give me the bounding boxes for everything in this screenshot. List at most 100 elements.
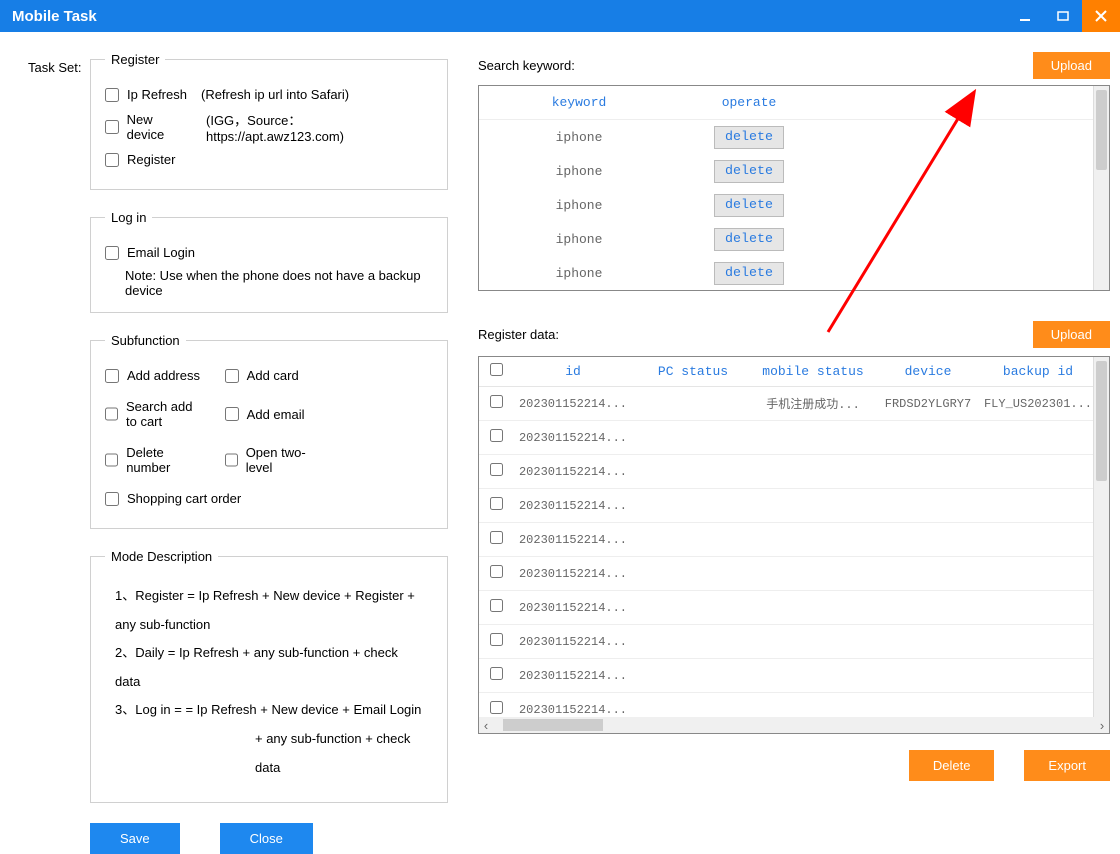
keyword-table: keyword operate iphone delete iphone delete…	[478, 85, 1110, 291]
keyword-header: keyword	[479, 95, 679, 110]
minimize-button[interactable]	[1006, 0, 1044, 32]
row-checkbox[interactable]	[490, 599, 503, 612]
row-checkbox[interactable]	[490, 667, 503, 680]
row-checkbox[interactable]	[490, 633, 503, 646]
col-pc-header: PC status	[633, 364, 753, 379]
row-checkbox[interactable]	[490, 497, 503, 510]
delete-number-checkbox[interactable]	[105, 453, 118, 467]
add-email-checkbox[interactable]	[225, 407, 239, 421]
add-address-label: Add address	[127, 368, 200, 383]
table-row: 202301152214...	[479, 625, 1093, 659]
mode-legend: Mode Description	[105, 549, 218, 564]
close-window-button[interactable]	[1082, 0, 1120, 32]
delete-keyword-button[interactable]: delete	[714, 194, 784, 217]
row-checkbox[interactable]	[490, 395, 503, 408]
keyword-row: iphone delete	[479, 256, 1093, 290]
subfunction-legend: Subfunction	[105, 333, 186, 348]
row-checkbox[interactable]	[490, 531, 503, 544]
keyword-cell: iphone	[479, 164, 679, 179]
keyword-row: iphonedelete	[479, 188, 1093, 222]
delete-keyword-button[interactable]: delete	[714, 262, 784, 285]
mobile-cell: 手机注册成功...	[753, 395, 873, 412]
add-card-checkbox[interactable]	[225, 369, 239, 383]
register-legend: Register	[105, 52, 165, 67]
register-checkbox[interactable]	[105, 153, 119, 167]
keyword-cell: iphone	[479, 130, 679, 145]
close-button[interactable]: Close	[220, 823, 313, 854]
id-cell: 202301152214...	[513, 635, 633, 649]
titlebar: Mobile Task	[0, 0, 1120, 32]
data-hscrollbar[interactable]: ‹›	[479, 717, 1109, 733]
row-checkbox[interactable]	[490, 701, 503, 714]
login-note: Note: Use when the phone does not have a…	[125, 268, 433, 298]
register-label: Register	[127, 152, 175, 167]
add-card-label: Add card	[247, 368, 299, 383]
delete-number-label: Delete number	[126, 445, 206, 475]
col-backup-header: backup id	[983, 364, 1093, 379]
col-id-header: id	[513, 364, 633, 379]
shopping-label: Shopping cart order	[127, 491, 241, 506]
delete-keyword-button[interactable]: delete	[714, 228, 784, 251]
table-row: 202301152214...	[479, 557, 1093, 591]
ip-refresh-checkbox[interactable]	[105, 88, 119, 102]
task-set-label: Task Set:	[28, 60, 81, 75]
table-row: 202301152214...手机注册成功...FRDSD2YLGRY7FLY_…	[479, 387, 1093, 421]
search-keyword-label: Search keyword:	[478, 58, 575, 73]
id-cell: 202301152214...	[513, 567, 633, 581]
upload-data-button[interactable]: Upload	[1033, 321, 1110, 348]
row-checkbox[interactable]	[490, 463, 503, 476]
email-login-checkbox[interactable]	[105, 246, 119, 260]
delete-button[interactable]: Delete	[909, 750, 995, 781]
open-two-checkbox[interactable]	[225, 453, 238, 467]
mode-line-1: 1、Register = Ip Refresh + New device + R…	[115, 582, 423, 639]
select-all-checkbox[interactable]	[490, 363, 503, 376]
register-group: Register Ip Refresh (Refresh ip url into…	[90, 52, 448, 190]
subfunction-group: Subfunction Add address Add card Search …	[90, 333, 448, 529]
register-data-table: id PC status mobile status device backup…	[478, 356, 1110, 734]
id-cell: 202301152214...	[513, 669, 633, 683]
add-address-checkbox[interactable]	[105, 369, 119, 383]
login-group: Log in Email Login Note: Use when the ph…	[90, 210, 448, 313]
table-row: 202301152214...	[479, 421, 1093, 455]
device-cell: FRDSD2YLGRY7	[873, 397, 983, 411]
data-scrollbar[interactable]	[1093, 357, 1109, 717]
row-checkbox[interactable]	[490, 429, 503, 442]
ip-refresh-label: Ip Refresh	[127, 87, 187, 102]
keyword-scrollbar[interactable]	[1093, 86, 1109, 290]
add-email-label: Add email	[247, 407, 305, 422]
id-cell: 202301152214...	[513, 703, 633, 717]
mode-line-3: 3、Log in = = Ip Refresh + New device + E…	[115, 696, 423, 725]
open-two-label: Open two-level	[246, 445, 327, 475]
search-add-checkbox[interactable]	[105, 407, 118, 421]
export-button[interactable]: Export	[1024, 750, 1110, 781]
new-device-label: New device	[127, 112, 192, 142]
keyword-cell: iphone	[479, 266, 679, 281]
row-checkbox[interactable]	[490, 565, 503, 578]
col-device-header: device	[873, 364, 983, 379]
maximize-button[interactable]	[1044, 0, 1082, 32]
operate-header: operate	[679, 95, 819, 110]
save-button[interactable]: Save	[90, 823, 180, 854]
id-cell: 202301152214...	[513, 601, 633, 615]
upload-keyword-button[interactable]: Upload	[1033, 52, 1110, 79]
id-cell: 202301152214...	[513, 397, 633, 411]
new-device-suffix: (IGG，Source：https://apt.awz123.com)	[206, 110, 433, 144]
mode-line-4: + any sub-function + check data	[115, 725, 423, 782]
table-row: 202301152214...	[479, 693, 1093, 717]
mode-description-group: Mode Description 1、Register = Ip Refresh…	[90, 549, 448, 803]
delete-keyword-button[interactable]: delete	[714, 126, 784, 149]
delete-keyword-button[interactable]: delete	[714, 160, 784, 183]
shopping-checkbox[interactable]	[105, 492, 119, 506]
ip-refresh-suffix: (Refresh ip url into Safari)	[201, 87, 349, 102]
keyword-row: iphone delete	[479, 120, 1093, 154]
new-device-checkbox[interactable]	[105, 120, 119, 134]
id-cell: 202301152214...	[513, 499, 633, 513]
id-cell: 202301152214...	[513, 431, 633, 445]
table-row: 202301152214...	[479, 455, 1093, 489]
col-mobile-header: mobile status	[753, 364, 873, 379]
mode-line-2: 2、Daily = Ip Refresh + any sub-function …	[115, 639, 423, 696]
email-login-label: Email Login	[127, 245, 195, 260]
keyword-cell: iphone	[479, 232, 679, 247]
id-cell: 202301152214...	[513, 533, 633, 547]
register-data-label: Register data:	[478, 327, 559, 342]
